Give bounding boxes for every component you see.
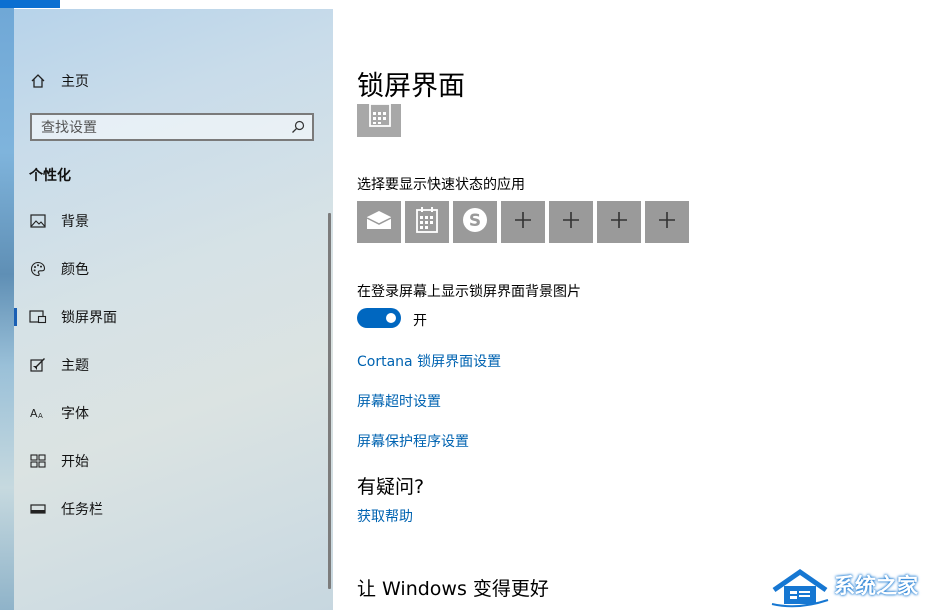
settings-sidebar: 主页 个性化 背景 颜色 锁屏界面 主题 AA <box>14 9 333 610</box>
cortana-lock-screen-settings-link[interactable]: Cortana 锁屏界面设置 <box>357 351 501 371</box>
quick-status-app-calendar[interactable] <box>405 201 449 243</box>
mail-icon <box>366 210 392 234</box>
show-background-label: 在登录屏幕上显示锁屏界面背景图片 <box>357 284 581 300</box>
sidebar-home-label: 主页 <box>61 74 89 90</box>
sidebar-item-label: 字体 <box>61 406 89 422</box>
lock-screen-icon <box>29 308 47 326</box>
sidebar-item-label: 颜色 <box>61 262 89 278</box>
sidebar-item-start[interactable]: 开始 <box>14 445 319 477</box>
quick-status-add-button[interactable] <box>597 201 641 243</box>
quick-status-app-mail[interactable] <box>357 201 401 243</box>
skype-icon: S <box>461 206 489 238</box>
svg-text:A: A <box>38 412 43 420</box>
font-icon: AA <box>29 404 47 422</box>
quick-status-add-button[interactable] <box>645 201 689 243</box>
sidebar-item-background[interactable]: 背景 <box>14 205 319 237</box>
screen-timeout-settings-link[interactable]: 屏幕超时设置 <box>357 391 441 411</box>
quick-status-label: 选择要显示快速状态的应用 <box>357 177 525 193</box>
screen-saver-settings-link[interactable]: 屏幕保护程序设置 <box>357 431 469 451</box>
watermark-text: 系统之家 <box>834 574 918 598</box>
sidebar-item-lock-screen[interactable]: 锁屏界面 <box>14 301 319 333</box>
sidebar-item-colors[interactable]: 颜色 <box>14 253 319 285</box>
palette-icon <box>29 260 47 278</box>
question-heading: 有疑问? <box>357 476 425 498</box>
section-title: 个性化 <box>29 168 71 184</box>
picture-icon <box>29 212 47 230</box>
window-accent-bar <box>0 0 60 8</box>
sidebar-item-themes[interactable]: 主题 <box>14 349 319 381</box>
start-icon <box>29 452 47 470</box>
sidebar-item-label: 开始 <box>61 454 89 470</box>
background-app-tile[interactable] <box>357 104 401 137</box>
improve-windows-heading: 让 Windows 变得更好 <box>357 578 549 600</box>
sidebar-item-fonts[interactable]: AA 字体 <box>14 397 319 429</box>
search-box[interactable] <box>30 113 314 141</box>
plus-icon <box>610 211 628 233</box>
quick-status-app-skype[interactable]: S <box>453 201 497 243</box>
svg-text:S: S <box>469 211 481 231</box>
sidebar-item-label: 任务栏 <box>61 502 103 518</box>
home-icon <box>29 72 47 90</box>
quick-status-add-button[interactable] <box>549 201 593 243</box>
active-indicator <box>14 308 17 326</box>
watermark-logo: 系统之家 <box>768 560 941 610</box>
toggle-state-label: 开 <box>413 313 427 329</box>
sidebar-item-home[interactable]: 主页 <box>14 65 319 97</box>
sidebar-scrollbar[interactable] <box>328 213 331 589</box>
theme-icon <box>29 356 47 374</box>
search-input[interactable] <box>32 115 293 141</box>
search-icon[interactable] <box>290 119 306 135</box>
show-background-toggle[interactable] <box>357 308 401 328</box>
desktop-background-strip <box>0 0 14 610</box>
toggle-knob <box>386 313 396 323</box>
sidebar-item-label: 主题 <box>61 358 89 374</box>
sidebar-item-label: 背景 <box>61 214 89 230</box>
plus-icon <box>514 211 532 233</box>
calendar-icon <box>369 104 391 132</box>
sidebar-item-taskbar[interactable]: 任务栏 <box>14 493 319 525</box>
plus-icon <box>562 211 580 233</box>
get-help-link[interactable]: 获取帮助 <box>357 506 413 526</box>
sidebar-item-label: 锁屏界面 <box>61 310 117 326</box>
calendar-icon <box>416 207 438 237</box>
page-title: 锁屏界面 <box>357 71 465 102</box>
quick-status-add-button[interactable] <box>501 201 545 243</box>
taskbar-icon <box>29 500 47 518</box>
svg-text:A: A <box>30 407 38 420</box>
plus-icon <box>658 211 676 233</box>
